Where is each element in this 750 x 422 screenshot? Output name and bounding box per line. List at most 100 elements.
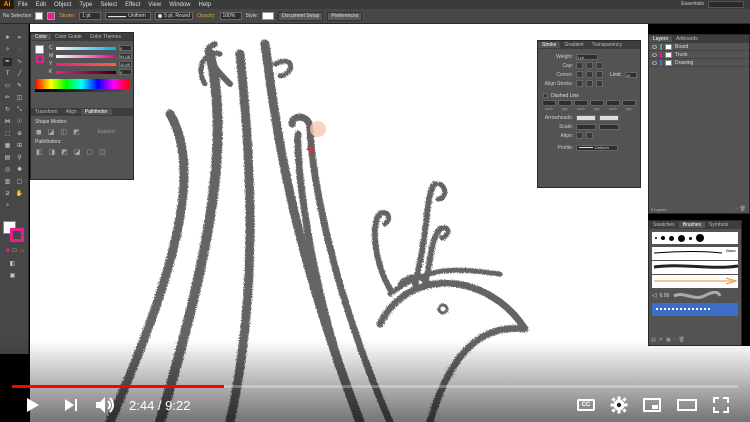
menu-file[interactable]: File [14, 2, 32, 8]
layer-name[interactable]: Trunk [675, 52, 688, 58]
scale-start-field[interactable] [576, 123, 596, 130]
menu-object[interactable]: Object [50, 2, 75, 8]
screen-mode-icon[interactable]: ▣ [8, 272, 17, 280]
intersect-icon[interactable]: ◫ [60, 128, 67, 136]
none-mode-icon[interactable]: ⧅ [18, 247, 27, 255]
trim-icon[interactable]: ◨ [49, 148, 56, 156]
arrow-end-dropdown[interactable] [599, 114, 619, 121]
workspace-switcher[interactable]: Essentials [681, 1, 704, 7]
yellow-value[interactable]: 10.99 [119, 61, 132, 67]
graphic-style-swatch[interactable] [262, 12, 275, 20]
brush-charcoal[interactable] [652, 261, 739, 274]
eraser-tool-icon[interactable]: ◫ [15, 94, 24, 102]
menu-type[interactable]: Type [75, 2, 96, 8]
tab-color-themes[interactable]: Color Themes [86, 34, 125, 40]
tab-transparency[interactable]: Transparency [588, 42, 626, 48]
delete-layer-icon[interactable]: 🗑 [740, 206, 746, 212]
cyan-slider[interactable] [56, 46, 116, 50]
color-fill-box[interactable] [35, 45, 44, 54]
brush-tip-icon[interactable] [655, 237, 657, 239]
stroke-color-box[interactable] [10, 228, 24, 242]
cyan-value[interactable]: 0 [119, 45, 132, 51]
bevel-join-button[interactable] [596, 71, 603, 78]
arrow-start-dropdown[interactable] [576, 114, 596, 121]
visibility-eye-icon[interactable] [652, 44, 657, 49]
divide-icon[interactable]: ◧ [36, 148, 43, 156]
brush-tip-icon[interactable] [661, 236, 665, 240]
delete-brush-icon[interactable]: 🗑 [678, 337, 684, 343]
mesh-tool-icon[interactable]: ⊞ [15, 142, 24, 150]
eyedropper-icon[interactable]: ⚲ [15, 154, 24, 162]
document-setup-button[interactable]: Document Setup [278, 11, 324, 21]
brush-tip-icon[interactable] [678, 234, 685, 242]
color-stroke-box[interactable] [36, 55, 44, 63]
crop-icon[interactable]: ◪ [74, 148, 81, 156]
warp-tool-icon[interactable]: ☉ [15, 118, 24, 126]
profile-dropdown[interactable]: Uniform [576, 144, 618, 151]
tab-align[interactable]: Align [62, 109, 81, 115]
tab-transform[interactable]: Transform [31, 109, 62, 115]
zoom-tool-icon[interactable]: ⚬ [3, 202, 12, 210]
stroke-swatch[interactable] [47, 12, 56, 20]
layer-row[interactable]: Drawing [649, 59, 749, 67]
black-slider[interactable] [56, 70, 116, 74]
minus-front-icon[interactable]: ◪ [48, 128, 55, 136]
align-inside-button[interactable] [586, 80, 593, 87]
magic-wand-icon[interactable]: ✧ [3, 46, 12, 54]
artboard-tool-icon[interactable]: ▢ [15, 178, 24, 186]
unite-icon[interactable]: ◼ [36, 128, 42, 136]
remove-stroke-icon[interactable]: ✕ [659, 337, 663, 343]
menu-help[interactable]: Help [195, 2, 215, 8]
align-outside-button[interactable] [596, 80, 603, 87]
tab-color-guide[interactable]: Color Guide [51, 34, 86, 40]
line-tool-icon[interactable]: ╱ [15, 70, 24, 78]
merge-icon[interactable]: ◩ [61, 148, 68, 156]
menu-window[interactable]: Window [165, 2, 194, 8]
search-input[interactable] [708, 1, 744, 8]
brush-basic[interactable]: Basic [652, 247, 738, 260]
brush-tip-icon[interactable] [696, 234, 704, 242]
magenta-value[interactable]: 94.08 [119, 53, 132, 59]
brush-tip-icon[interactable] [689, 236, 692, 240]
stroke-weight-dropdown[interactable]: 1 pt [79, 12, 102, 20]
tab-pathfinder[interactable]: Pathfinder [80, 109, 112, 115]
gradient-tool-icon[interactable]: ▤ [3, 154, 12, 162]
weight-field[interactable]: 1 pt [576, 53, 598, 60]
brush-selected[interactable] [652, 303, 738, 316]
paintbrush-tool-icon[interactable]: ✎ [15, 82, 24, 90]
outline-icon[interactable]: ▢ [87, 148, 94, 156]
brush-definition-dropdown[interactable]: 5 pt. Round [155, 12, 194, 20]
round-cap-button[interactable] [586, 62, 593, 69]
perspective-grid-icon[interactable]: ▦ [3, 142, 12, 150]
round-join-button[interactable] [586, 71, 593, 78]
width-tool-icon[interactable]: ⋈ [3, 118, 12, 126]
fill-swatch[interactable] [35, 12, 44, 20]
projecting-cap-button[interactable] [596, 62, 603, 69]
tab-artboards[interactable]: Artboards [672, 36, 702, 42]
free-transform-icon[interactable]: ⬚ [3, 130, 12, 138]
theater-mode-button[interactable] [676, 392, 698, 418]
arrow-align-2-button[interactable] [586, 132, 593, 139]
symbol-sprayer-icon[interactable]: ✺ [15, 166, 24, 174]
tab-layers[interactable]: Layers [649, 36, 673, 42]
minus-back-icon[interactable]: ◫ [99, 148, 106, 156]
slice-tool-icon[interactable]: ⧄ [3, 190, 12, 198]
fill-stroke-widget[interactable] [3, 221, 25, 243]
tab-color[interactable]: Color [31, 34, 51, 40]
arrow-align-1-button[interactable] [576, 132, 583, 139]
color-spectrum[interactable] [35, 79, 129, 89]
black-value[interactable]: 0 [119, 69, 132, 75]
visibility-eye-icon[interactable] [652, 52, 657, 57]
fullscreen-button[interactable] [709, 392, 733, 418]
pencil-tool-icon[interactable]: ✏ [3, 94, 12, 102]
butt-cap-button[interactable] [576, 62, 583, 69]
layer-row[interactable]: Board [649, 43, 749, 51]
mute-button[interactable] [93, 392, 119, 418]
direct-selection-tool-icon[interactable]: ➢ [15, 34, 24, 42]
tab-brushes[interactable]: Brushes [678, 222, 706, 228]
captions-button[interactable]: CC [574, 392, 598, 418]
rotate-tool-icon[interactable]: ↻ [3, 106, 12, 114]
menu-effect[interactable]: Effect [121, 2, 144, 8]
brush-arrow[interactable] [652, 275, 738, 288]
exclude-icon[interactable]: ◩ [73, 128, 80, 136]
